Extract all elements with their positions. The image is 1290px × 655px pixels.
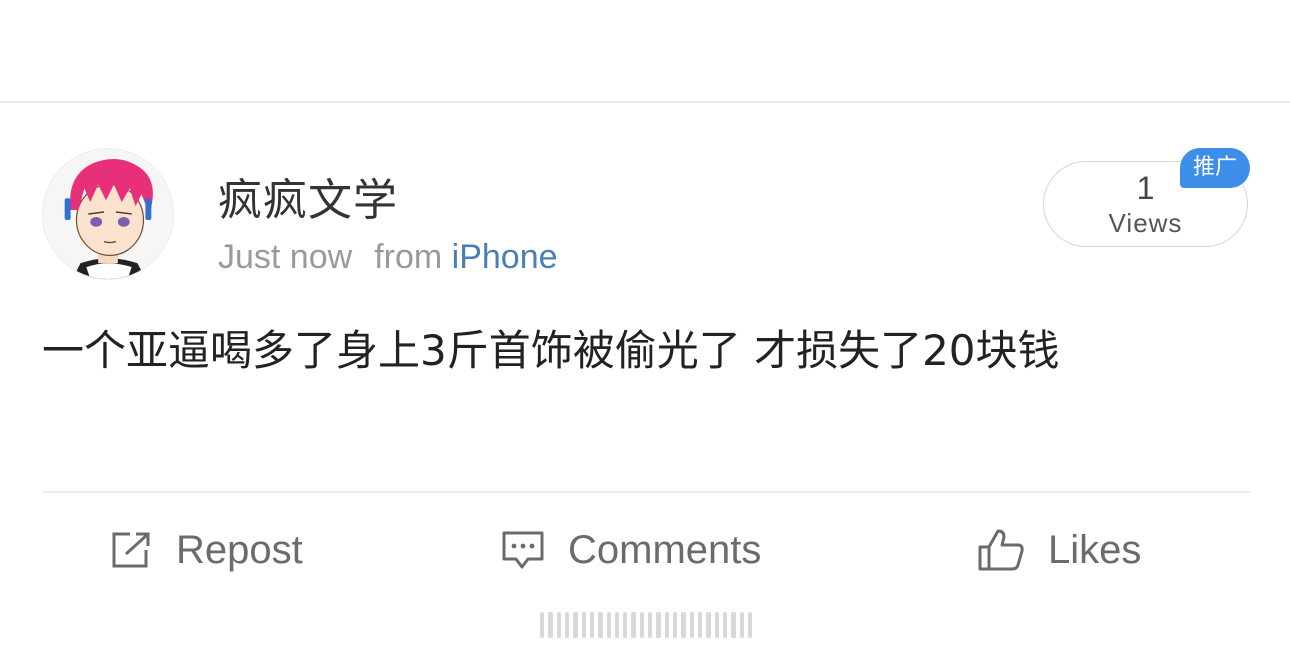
top-divider — [0, 101, 1290, 103]
actions-divider — [42, 491, 1250, 493]
promo-badge[interactable]: 推广 — [1180, 148, 1250, 188]
repost-button[interactable]: Repost — [110, 520, 303, 580]
post-meta: Just now from iPhone — [218, 238, 558, 277]
source-device-link[interactable]: iPhone — [452, 238, 558, 276]
comments-label: Comments — [568, 527, 762, 572]
avatar-image — [43, 149, 173, 279]
comment-icon — [502, 531, 544, 569]
thumbs-up-icon — [978, 529, 1024, 571]
comments-button[interactable]: Comments — [500, 520, 761, 580]
repost-icon — [112, 532, 150, 568]
author-name[interactable]: 疯疯文学 — [218, 164, 398, 228]
post-text: 一个亚逼喝多了身上3斤首饰被偷光了 才损失了20块钱 — [42, 326, 1060, 375]
repost-label: Repost — [176, 527, 303, 572]
views-label: Views — [1108, 208, 1183, 238]
likes-button[interactable]: Likes — [976, 520, 1141, 580]
weibo-post-card: 疯疯文学 Just now from iPhone 1 Views 推广 一个亚逼… — [0, 0, 1290, 655]
likes-label: Likes — [1048, 527, 1142, 572]
source-prefix: from — [374, 238, 443, 276]
avatar[interactable] — [42, 148, 174, 280]
loading-indicator — [540, 610, 753, 640]
post-timestamp: Just now — [218, 238, 353, 276]
